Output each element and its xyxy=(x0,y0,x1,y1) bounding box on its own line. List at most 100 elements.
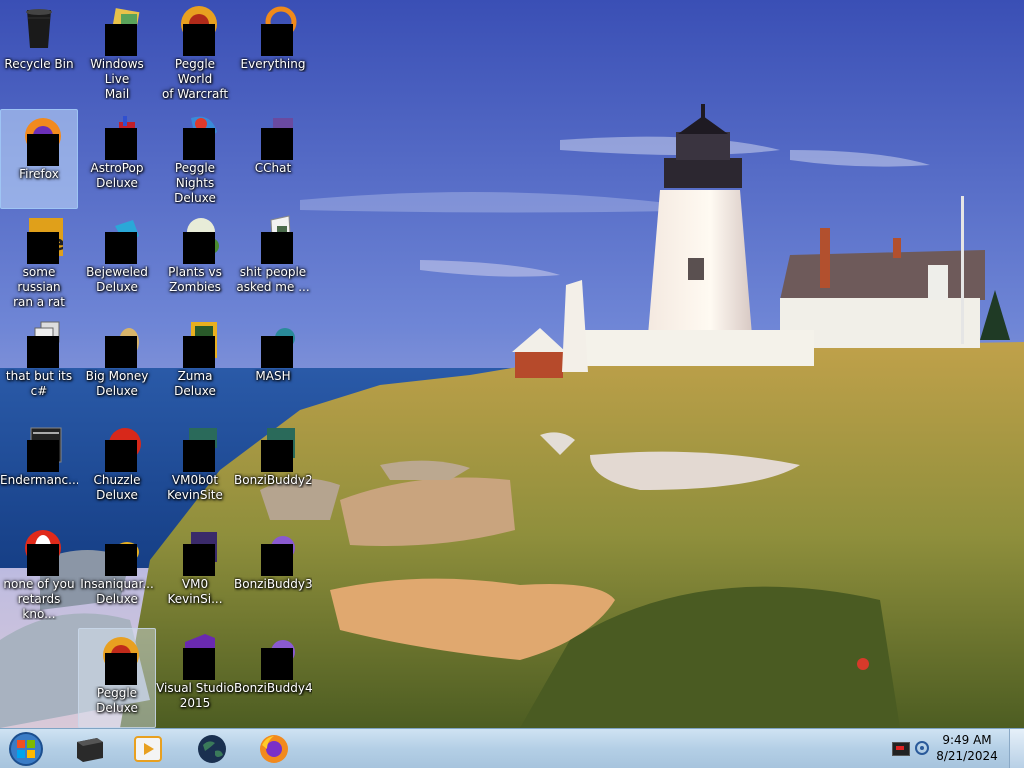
bonzibuddy-icon xyxy=(249,628,297,680)
endermanc-shortcut[interactable]: Endermanc... xyxy=(0,416,78,516)
bonzibuddy2-shortcut[interactable]: BonziBuddy2 xyxy=(234,416,312,516)
folder-icon xyxy=(249,212,297,264)
clock[interactable]: 9:49 AM 8/21/2024 xyxy=(932,732,1002,764)
taskbar-globe-button[interactable] xyxy=(186,731,238,767)
icon-label: Peggle Nights Deluxe xyxy=(174,161,216,204)
icon-label: BonziBuddy3 xyxy=(234,577,312,591)
folder-shortcut[interactable]: shit people asked me ... xyxy=(234,208,312,308)
icon-label: Bejeweled Deluxe xyxy=(86,265,148,294)
bonzibuddy3-shortcut[interactable]: BonziBuddy3 xyxy=(234,520,312,620)
everything-shortcut[interactable]: Everything xyxy=(234,0,312,100)
plants-vs-zombies-icon xyxy=(171,212,219,264)
icon-label: BonziBuddy2 xyxy=(234,473,312,487)
icon-label: Peggle Deluxe xyxy=(96,686,138,715)
bonzibuddy-icon xyxy=(249,524,297,576)
windows-live-mail-shortcut[interactable]: Windows Live Mail xyxy=(78,0,156,100)
globe-icon xyxy=(198,735,226,763)
bonzibuddy4-shortcut[interactable]: BonziBuddy4 xyxy=(234,624,312,724)
icon-label: none of you retards kno... xyxy=(3,577,75,620)
icon-label: Zuma Deluxe xyxy=(174,369,216,398)
peggle-wow-icon xyxy=(171,4,219,56)
desktop-icon-grid: Recycle Bin Windows Live Mail Peggle Wor… xyxy=(0,0,320,728)
mash-shortcut[interactable]: MASH xyxy=(234,312,312,412)
big-money-icon xyxy=(93,316,141,368)
icon-label: shit people asked me ... xyxy=(236,265,310,294)
icon-label: some russian ran a rat xyxy=(13,265,65,308)
icon-label: Endermanc... xyxy=(0,473,78,487)
opera-icon xyxy=(15,524,63,576)
icon-label: Everything xyxy=(240,57,306,71)
peggle-deluxe-shortcut[interactable]: Peggle Deluxe xyxy=(78,628,156,728)
cchat-icon xyxy=(249,108,297,160)
network-icon[interactable] xyxy=(892,742,910,756)
vm0b0t-shortcut[interactable]: VM0b0t KevinSite xyxy=(156,416,234,516)
peggle-nights-icon xyxy=(171,108,219,160)
stacked-windows-shortcut[interactable]: that but its c# xyxy=(0,312,78,412)
dreamweaver-shortcut[interactable]: e some russian ran a rat xyxy=(0,208,78,308)
insaniquarium-icon xyxy=(93,524,141,576)
clock-time: 9:49 AM xyxy=(942,733,992,747)
taskbar-terminal-button[interactable] xyxy=(64,731,116,767)
bonzibuddy-icon xyxy=(249,420,297,472)
mash-icon xyxy=(249,316,297,368)
icon-label: Firefox xyxy=(19,167,59,181)
terminal-icon xyxy=(77,738,103,762)
vm0-kevinsite-shortcut[interactable]: VM0 KevinSi... xyxy=(156,520,234,620)
icon-label: Chuzzle Deluxe xyxy=(93,473,141,502)
insaniquarium-shortcut[interactable]: Insaniquar... Deluxe xyxy=(78,520,156,620)
plants-vs-zombies-shortcut[interactable]: Plants vs Zombies xyxy=(156,208,234,308)
zuma-icon xyxy=(171,316,219,368)
recycle-bin-shortcut[interactable]: Recycle Bin xyxy=(0,0,78,100)
windows-live-mail-icon xyxy=(93,4,141,56)
chuzzle-shortcut[interactable]: Chuzzle Deluxe xyxy=(78,416,156,516)
icon-label: VM0b0t KevinSite xyxy=(167,473,223,502)
big-money-shortcut[interactable]: Big Money Deluxe xyxy=(78,312,156,412)
icon-label: that but its c# xyxy=(5,369,73,398)
opera-shortcut[interactable]: none of you retards kno... xyxy=(0,520,78,620)
stacked-windows-icon xyxy=(15,316,63,368)
system-tray: 9:49 AM 8/21/2024 xyxy=(884,729,1024,769)
peggle-wow-shortcut[interactable]: Peggle World of Warcraft ... xyxy=(156,0,234,100)
clock-date: 8/21/2024 xyxy=(936,749,998,763)
peggle-nights-shortcut[interactable]: Peggle Nights Deluxe xyxy=(156,104,234,204)
taskbar-firefox-button[interactable] xyxy=(248,731,300,767)
dreamweaver-icon: e xyxy=(15,212,65,264)
cchat-shortcut[interactable]: CChat xyxy=(234,104,312,204)
astropop-icon xyxy=(93,108,141,160)
everything-search-icon xyxy=(249,4,297,56)
taskbar-media-player-button[interactable] xyxy=(122,731,174,767)
icon-label: AstroPop Deluxe xyxy=(90,161,144,190)
visual-studio-icon xyxy=(171,628,219,680)
terminal-icon xyxy=(15,420,63,472)
icon-label: Insaniquar... Deluxe xyxy=(80,577,154,606)
peggle-deluxe-icon xyxy=(93,633,141,685)
action-center-icon[interactable] xyxy=(914,740,930,756)
icon-label: MASH xyxy=(255,369,291,383)
icon-label: VM0 KevinSi... xyxy=(167,577,223,606)
zuma-shortcut[interactable]: Zuma Deluxe xyxy=(156,312,234,412)
icon-label: Big Money Deluxe xyxy=(85,369,149,398)
firefox-icon xyxy=(15,114,63,166)
firefox-icon xyxy=(260,735,288,763)
start-button[interactable] xyxy=(6,730,46,768)
windows-logo-icon xyxy=(9,732,43,766)
icon-label: Plants vs Zombies xyxy=(168,265,222,294)
icon-label: Windows Live Mail xyxy=(90,57,144,100)
taskbar: 9:49 AM 8/21/2024 xyxy=(0,728,1024,768)
show-desktop-button[interactable] xyxy=(1009,729,1024,768)
astropop-shortcut[interactable]: AstroPop Deluxe xyxy=(78,104,156,204)
bejeweled-icon xyxy=(93,212,141,264)
visual-studio-shortcut[interactable]: Visual Studio 2015 xyxy=(156,624,234,724)
icon-label: BonziBuddy4 xyxy=(234,681,312,695)
icon-label: Visual Studio 2015 xyxy=(156,681,234,710)
icon-label: Recycle Bin xyxy=(4,57,74,71)
media-player-icon xyxy=(134,736,162,762)
bejeweled-shortcut[interactable]: Bejeweled Deluxe xyxy=(78,208,156,308)
firefox-shortcut[interactable]: Firefox xyxy=(0,109,78,209)
vm-icon xyxy=(171,420,219,472)
recycle-bin-icon xyxy=(15,4,63,52)
vm-icon xyxy=(171,524,219,576)
icon-label: Peggle World of Warcraft ... xyxy=(161,57,229,100)
chuzzle-icon xyxy=(93,420,141,472)
icon-label: CChat xyxy=(254,161,292,175)
